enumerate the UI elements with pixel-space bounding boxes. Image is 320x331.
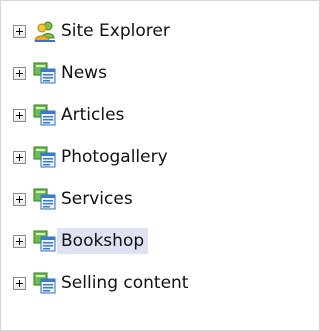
expand-plus-icon[interactable]: [13, 192, 26, 206]
site-folder-icon: [33, 271, 57, 295]
site-folder-icon: [33, 229, 57, 253]
expand-plus-icon[interactable]: [13, 24, 26, 38]
tree-item-label[interactable]: Services: [57, 186, 137, 212]
tree-item-label[interactable]: News: [57, 60, 111, 86]
expand-plus-icon[interactable]: [13, 234, 26, 248]
site-folder-icon: [33, 187, 57, 211]
users-icon: [33, 19, 57, 43]
tree-item-label[interactable]: Photogallery: [57, 144, 172, 170]
site-folder-icon: [33, 61, 57, 85]
tree-item-label[interactable]: Selling content: [57, 270, 192, 296]
expand-plus-icon[interactable]: [13, 150, 26, 164]
site-tree: Site Explorer News Articles Photogallery…: [0, 0, 320, 331]
site-folder-icon: [33, 103, 57, 127]
tree-item-label-selected[interactable]: Bookshop: [57, 228, 149, 254]
tree-item-label[interactable]: Site Explorer: [57, 18, 174, 44]
tree-item-label[interactable]: Articles: [57, 102, 128, 128]
expand-plus-icon[interactable]: [13, 108, 26, 122]
site-folder-icon: [33, 145, 57, 169]
expand-plus-icon[interactable]: [13, 66, 26, 80]
expand-plus-icon[interactable]: [13, 276, 26, 290]
